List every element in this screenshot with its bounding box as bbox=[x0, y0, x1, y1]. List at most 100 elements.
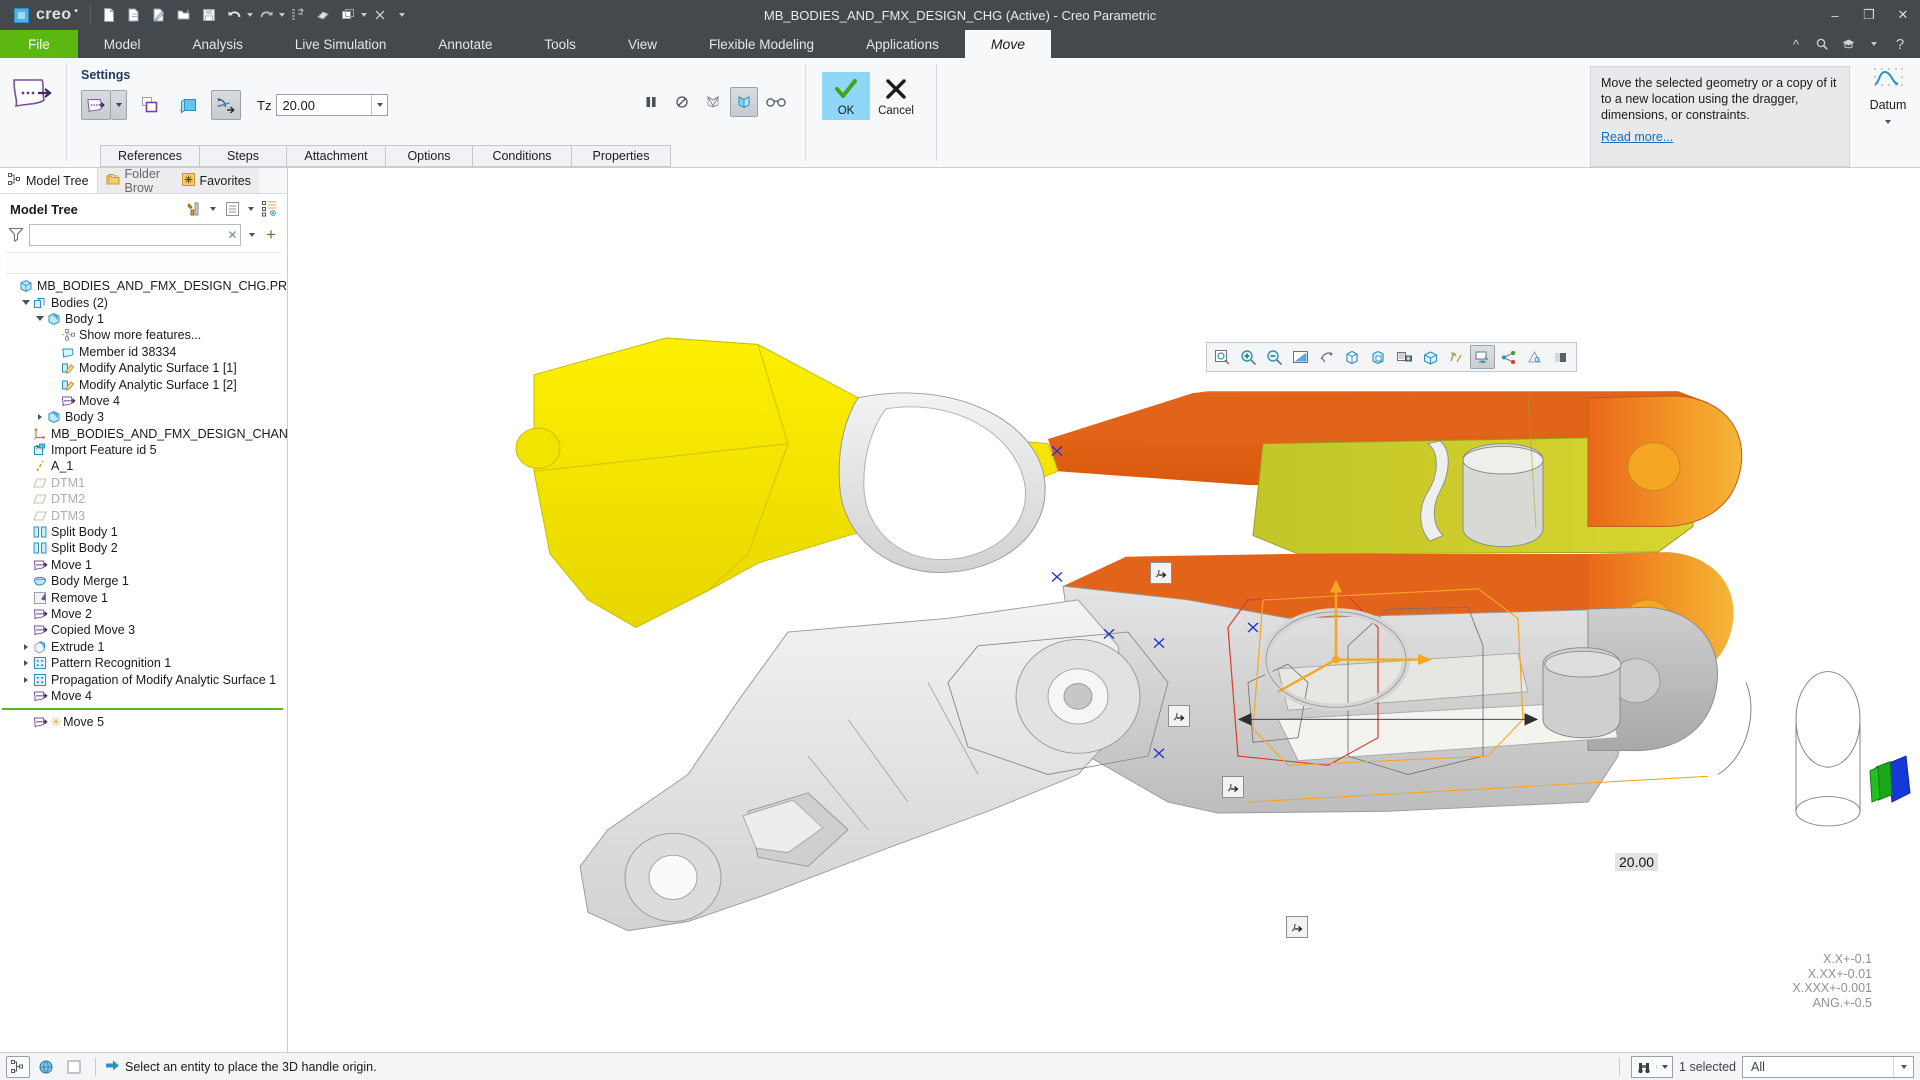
tree-item-move-5[interactable]: ✳ Move 5 bbox=[0, 714, 287, 730]
tree-item-mb-bodies-and-fmx-design-change[interactable]: MB_BODIES_AND_FMX_DESIGN_CHANGE bbox=[0, 426, 287, 442]
tree-item-dtm2[interactable]: DTM2 bbox=[0, 491, 287, 507]
tree-item-move-2[interactable]: Move 2 bbox=[0, 606, 287, 622]
regenerate-icon[interactable] bbox=[286, 4, 310, 26]
move-type-button[interactable] bbox=[81, 90, 111, 120]
tab-annotate[interactable]: Annotate bbox=[412, 30, 518, 58]
selection-filter-combo[interactable]: All bbox=[1742, 1055, 1914, 1078]
nav-tab-folder-browser[interactable]: Folder Brow bbox=[97, 168, 174, 193]
display-icon[interactable] bbox=[221, 198, 243, 220]
restore-button[interactable]: ❐ bbox=[1852, 0, 1886, 30]
dimension-value-label[interactable]: 20.00 bbox=[1615, 853, 1659, 871]
tree-item-body-3[interactable]: Body 3 bbox=[0, 409, 287, 425]
datum-group[interactable]: Datum bbox=[1856, 58, 1920, 167]
undo-dropdown-icon[interactable] bbox=[247, 13, 254, 17]
save-icon[interactable] bbox=[197, 4, 221, 26]
dashboard-tab-properties[interactable]: Properties bbox=[571, 145, 671, 167]
ok-button[interactable]: OK bbox=[822, 72, 870, 120]
open-folder-icon[interactable] bbox=[172, 4, 196, 26]
read-more-link[interactable]: Read more... bbox=[1601, 129, 1673, 145]
open-file-icon[interactable] bbox=[122, 4, 146, 26]
tree-item-body-1[interactable]: Body 1 bbox=[0, 311, 287, 327]
tree-item-body-merge-1[interactable]: Body Merge 1 bbox=[0, 573, 287, 589]
dashboard-tab-conditions[interactable]: Conditions bbox=[472, 145, 572, 167]
collapse-ribbon-icon[interactable]: ^ bbox=[1784, 32, 1808, 56]
undo-icon[interactable] bbox=[222, 4, 246, 26]
saved-orientations-icon[interactable] bbox=[1366, 345, 1391, 369]
close-button[interactable]: ✕ bbox=[1886, 0, 1920, 30]
handle-origin-tag[interactable] bbox=[1222, 776, 1244, 798]
tree-item-extrude-1[interactable]: Extrude 1 bbox=[0, 639, 287, 655]
tree-item-move-1[interactable]: Move 1 bbox=[0, 557, 287, 573]
annotation-display-icon[interactable] bbox=[1470, 345, 1495, 369]
display-style-icon[interactable] bbox=[1340, 345, 1365, 369]
tz-dropdown-icon[interactable] bbox=[370, 95, 388, 115]
close-window-icon[interactable] bbox=[368, 4, 392, 26]
zoom-out-icon[interactable] bbox=[1262, 345, 1287, 369]
layer-icon[interactable] bbox=[1496, 345, 1521, 369]
qat-customize-icon[interactable] bbox=[399, 13, 406, 17]
tree-item-move-4[interactable]: Move 4 bbox=[0, 688, 287, 704]
chevron-down-icon[interactable] bbox=[1862, 32, 1886, 56]
tools-dropdown-icon[interactable] bbox=[207, 198, 219, 220]
spin-center-icon[interactable] bbox=[1314, 345, 1339, 369]
tree-item-member-id-38334[interactable]: Member id 38334 bbox=[0, 344, 287, 360]
selection-filter-dropdown-icon[interactable] bbox=[1893, 1056, 1913, 1077]
collapse-twisty-icon[interactable] bbox=[20, 300, 32, 306]
add-filter-icon[interactable]: + bbox=[263, 224, 279, 246]
redo-icon[interactable] bbox=[254, 4, 278, 26]
dragger-button[interactable] bbox=[211, 90, 241, 120]
tree-item-remove-1[interactable]: Remove 1 bbox=[0, 589, 287, 605]
window-icon[interactable] bbox=[336, 4, 360, 26]
tree-item-copied-move-3[interactable]: Copied Move 3 bbox=[0, 622, 287, 638]
no-preview-icon[interactable] bbox=[668, 87, 696, 117]
display-dropdown-icon[interactable] bbox=[245, 198, 257, 220]
nav-tab-model-tree[interactable]: Model Tree bbox=[0, 168, 98, 193]
collapse-twisty-icon[interactable] bbox=[34, 316, 46, 322]
model-tree-search-input[interactable] bbox=[30, 225, 226, 245]
handle-origin-tag[interactable] bbox=[1286, 916, 1308, 938]
settings-icon[interactable] bbox=[183, 198, 205, 220]
glasses-icon[interactable] bbox=[761, 87, 791, 117]
graphics-viewport[interactable]: x 20.00 X.X+-0.1 X.XX+-0.01 X.XXX+-0.001… bbox=[288, 168, 1920, 1052]
tree-item-dtm3[interactable]: DTM3 bbox=[0, 507, 287, 523]
scene-capture-icon[interactable] bbox=[1392, 345, 1417, 369]
insert-indicator[interactable] bbox=[2, 708, 283, 711]
expand-twisty-icon[interactable] bbox=[20, 643, 32, 650]
dashboard-tab-options[interactable]: Options bbox=[385, 145, 473, 167]
tab-analysis[interactable]: Analysis bbox=[167, 30, 269, 58]
browser-icon[interactable] bbox=[34, 1056, 58, 1078]
minimize-button[interactable]: – bbox=[1818, 0, 1852, 30]
tab-applications[interactable]: Applications bbox=[840, 30, 965, 58]
tree-item-modify-analytic-surface-1-2[interactable]: Modify Analytic Surface 1 [2] bbox=[0, 376, 287, 392]
learning-icon[interactable] bbox=[1836, 32, 1860, 56]
nav-tab-favorites[interactable]: Favorites bbox=[173, 168, 259, 193]
tree-item-pattern-recognition-1[interactable]: Pattern Recognition 1 bbox=[0, 655, 287, 671]
tree-item-a-1[interactable]: A_1 bbox=[0, 458, 287, 474]
preview-icon[interactable] bbox=[730, 87, 758, 117]
handle-origin-tag[interactable] bbox=[1168, 705, 1190, 727]
clear-search-icon[interactable]: ✕ bbox=[225, 228, 240, 242]
tree-filters-icon[interactable] bbox=[259, 198, 281, 220]
search-icon[interactable] bbox=[1810, 32, 1834, 56]
tree-item-bodies-2[interactable]: Bodies (2) bbox=[0, 294, 287, 310]
tree-item-show-more-features[interactable]: Show more features... bbox=[0, 327, 287, 343]
view-manager-icon[interactable] bbox=[1548, 345, 1573, 369]
copy-geometry-button[interactable] bbox=[135, 90, 165, 120]
dashboard-tab-steps[interactable]: Steps bbox=[199, 145, 287, 167]
pause-icon[interactable] bbox=[637, 87, 665, 117]
tree-item-import-feature-id-5[interactable]: Import Feature id 5 bbox=[0, 442, 287, 458]
panel-icon[interactable] bbox=[62, 1056, 86, 1078]
tab-flexible-modeling[interactable]: Flexible Modeling bbox=[683, 30, 840, 58]
dashboard-tab-references[interactable]: References bbox=[100, 145, 200, 167]
move-tool-icon[interactable] bbox=[0, 58, 66, 167]
geometry-preview-icon[interactable] bbox=[699, 87, 727, 117]
zoom-in-icon[interactable] bbox=[1236, 345, 1261, 369]
refit-icon[interactable] bbox=[1210, 345, 1235, 369]
perspective-icon[interactable] bbox=[1418, 345, 1443, 369]
datum-display-icon[interactable]: x bbox=[1444, 345, 1469, 369]
appearance-icon[interactable] bbox=[1522, 345, 1547, 369]
new-file-icon[interactable] bbox=[97, 4, 121, 26]
find-tool[interactable] bbox=[1631, 1055, 1674, 1078]
handle-origin-tag[interactable] bbox=[1150, 562, 1172, 584]
erase-icon[interactable] bbox=[311, 4, 335, 26]
